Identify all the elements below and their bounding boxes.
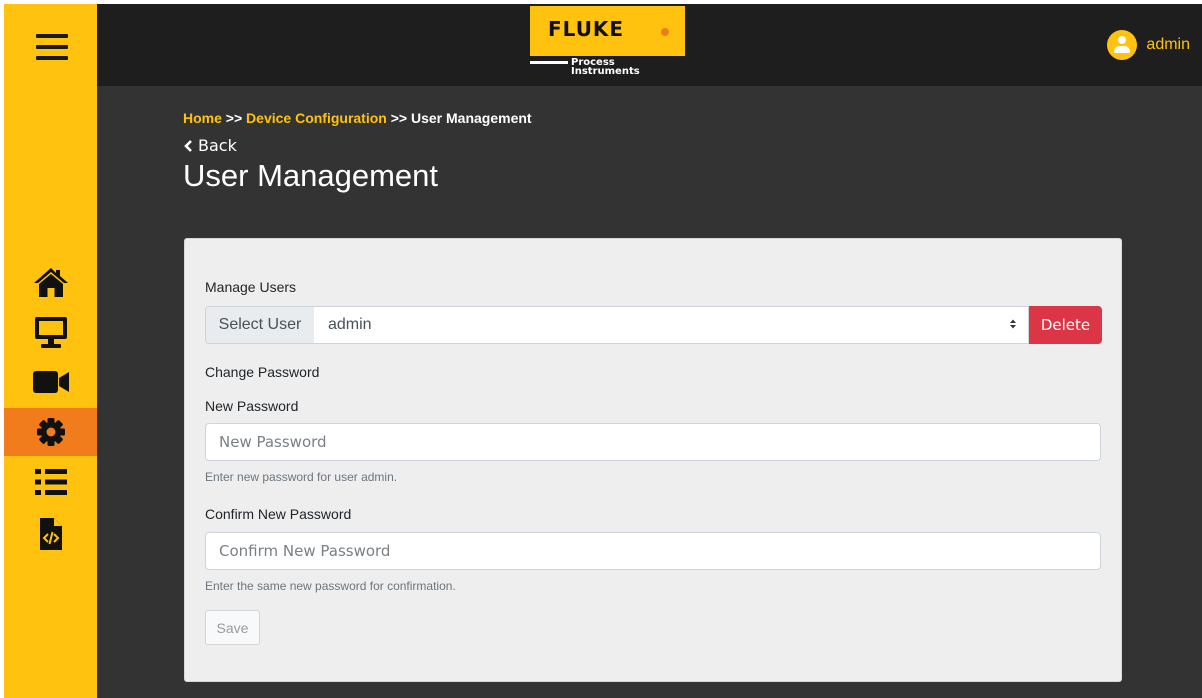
breadcrumb: Home >> Device Configuration >> User Man… — [183, 110, 532, 126]
confirm-password-field[interactable] — [205, 532, 1101, 570]
sidebar-item-code-file[interactable] — [4, 510, 97, 558]
new-password-label: New Password — [205, 398, 299, 414]
code-file-icon — [39, 518, 62, 550]
user-avatar-icon — [1107, 30, 1138, 60]
sidebar-item-video[interactable] — [4, 358, 97, 406]
confirm-password-help: Enter the same new password for confirma… — [205, 579, 456, 593]
selected-user-value: admin — [328, 316, 372, 333]
user-menu[interactable]: admin — [1107, 30, 1190, 60]
registered-mark-icon — [661, 28, 669, 36]
logo-subtitle: Process Instruments — [571, 58, 640, 77]
hamburger-menu-icon[interactable] — [36, 34, 68, 60]
top-bar: FLUKE Process Instruments admin — [97, 4, 1202, 86]
monitor-icon — [34, 317, 67, 348]
breadcrumb-home[interactable]: Home — [183, 110, 222, 126]
breadcrumb-separator: >> — [390, 110, 408, 126]
username: admin — [1146, 36, 1190, 53]
logo-sub-line2: Instruments — [571, 66, 640, 77]
breadcrumb-separator: >> — [225, 110, 243, 126]
logo-text: FLUKE — [548, 17, 625, 41]
back-label: Back — [198, 136, 237, 155]
sidebar-item-list[interactable] — [4, 458, 97, 506]
fluke-logo: FLUKE — [530, 6, 685, 56]
change-password-label: Change Password — [205, 364, 320, 380]
breadcrumb-device-configuration[interactable]: Device Configuration — [246, 110, 387, 126]
manage-users-label: Manage Users — [205, 279, 297, 295]
sidebar-item-settings[interactable] — [4, 408, 97, 456]
new-password-field[interactable] — [205, 423, 1101, 461]
sidebar — [4, 4, 97, 698]
user-management-card: Manage Users Select User admin Delete Ch… — [184, 238, 1122, 682]
select-user-prepend: Select User — [205, 306, 315, 344]
sidebar-item-monitor[interactable] — [4, 308, 97, 356]
home-icon — [33, 268, 68, 297]
confirm-password-label: Confirm New Password — [205, 506, 352, 522]
list-icon — [34, 469, 67, 495]
delete-user-button[interactable]: Delete — [1029, 306, 1102, 344]
gear-icon — [36, 418, 65, 446]
new-password-help: Enter new password for user admin. — [205, 470, 398, 484]
video-camera-icon — [32, 371, 69, 393]
sidebar-item-home[interactable] — [4, 258, 97, 306]
page-title: User Management — [183, 158, 439, 193]
chevron-left-icon — [184, 139, 192, 152]
user-select[interactable]: admin — [314, 306, 1029, 344]
select-caret-icon — [1010, 319, 1016, 329]
logo-underline — [530, 61, 568, 64]
breadcrumb-current: User Management — [410, 110, 532, 126]
save-button[interactable]: Save — [205, 610, 260, 645]
select-user-group: Select User admin Delete — [205, 306, 1102, 344]
back-link[interactable]: Back — [183, 136, 237, 155]
main-content: Home >> Device Configuration >> User Man… — [97, 86, 1202, 698]
